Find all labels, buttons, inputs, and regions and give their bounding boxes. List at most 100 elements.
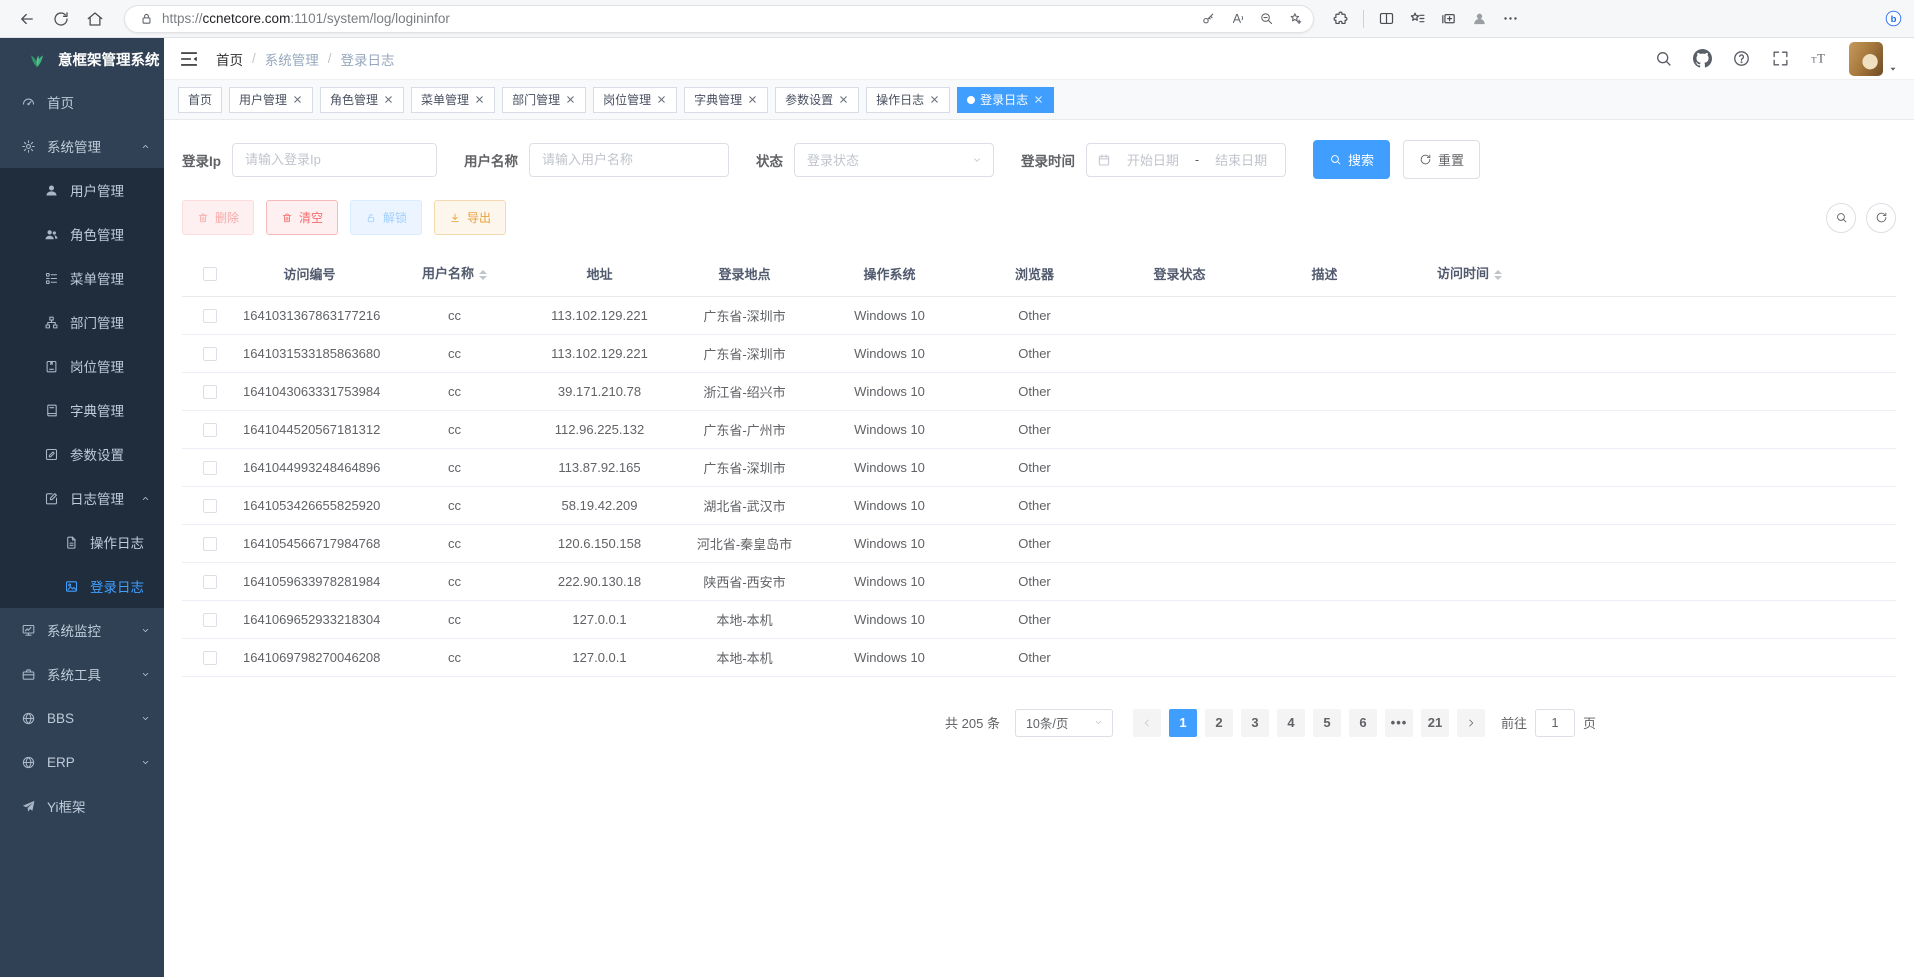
reset-button[interactable]: 重置 [1403,140,1480,179]
page-button-4[interactable]: 4 [1277,709,1305,737]
sidebar-item-role-management[interactable]: 角色管理 [0,212,164,256]
page-button-5[interactable]: 5 [1313,709,1341,737]
collections-icon[interactable] [1440,10,1457,27]
sidebar-item-dept-management[interactable]: 部门管理 [0,300,164,344]
zoom-out-icon[interactable] [1259,11,1274,26]
sort-ascending-icon[interactable] [1494,266,1502,274]
favorites-icon[interactable] [1409,10,1426,27]
tab-operation-log[interactable]: 操作日志 [866,87,950,113]
sidebar-collapse-button[interactable] [178,48,200,70]
breadcrumb-item[interactable]: 首页 [216,49,243,69]
more-icon[interactable] [1502,10,1519,27]
username-filter-input[interactable] [529,143,729,177]
row-checkbox[interactable] [203,347,217,361]
row-checkbox[interactable] [203,613,217,627]
row-checkbox[interactable] [203,499,217,513]
sort-carets[interactable] [479,266,487,284]
delete-button[interactable]: 删除 [182,200,254,235]
page-button-21[interactable]: 21 [1421,709,1449,737]
sidebar-item-system-tools[interactable]: 系统工具 [0,652,164,696]
page-button-1[interactable]: 1 [1169,709,1197,737]
fullscreen-button[interactable] [1771,49,1791,69]
extensions-icon[interactable] [1332,10,1349,27]
refresh-table-button[interactable] [1866,203,1896,233]
split-screen-icon[interactable] [1378,10,1395,27]
sort-descending-icon[interactable] [1494,276,1502,284]
sidebar-item-post-management[interactable]: 岗位管理 [0,344,164,388]
clear-button[interactable]: 清空 [266,200,338,235]
sidebar-item-system-management[interactable]: 系统管理 [0,124,164,168]
toggle-search-button[interactable] [1826,203,1856,233]
sidebar-item-operation-log[interactable]: 操作日志 [0,520,164,564]
bing-icon[interactable]: b [1885,10,1902,27]
refresh-button[interactable] [46,4,76,34]
sidebar-item-bbs[interactable]: BBS [0,696,164,740]
tab-home[interactable]: 首页 [178,87,222,113]
close-icon[interactable] [292,94,303,105]
page-button-3[interactable]: 3 [1241,709,1269,737]
home-button[interactable] [80,4,110,34]
sort-ascending-icon[interactable] [479,266,487,274]
tab-dept-management[interactable]: 部门管理 [502,87,586,113]
close-icon[interactable] [565,94,576,105]
sidebar-item-home[interactable]: 首页 [0,80,164,124]
row-checkbox[interactable] [203,461,217,475]
sidebar-item-log-management[interactable]: 日志管理 [0,476,164,520]
row-checkbox[interactable] [203,575,217,589]
close-icon[interactable] [656,94,667,105]
close-icon[interactable] [383,94,394,105]
previous-page-button[interactable] [1133,709,1161,737]
tab-login-log[interactable]: 登录日志 [957,87,1054,113]
page-button-2[interactable]: 2 [1205,709,1233,737]
column-header-time[interactable]: 访问时间 [1397,251,1542,296]
help-button[interactable] [1732,49,1752,69]
goto-page-input[interactable] [1535,709,1575,737]
sidebar-item-erp[interactable]: ERP [0,740,164,784]
tab-role-management[interactable]: 角色管理 [320,87,404,113]
font-size-button[interactable]: TT [1810,49,1830,69]
url-text[interactable]: https://ccnetcore.com:1101/system/log/lo… [162,11,1193,26]
pages-ellipsis[interactable]: ••• [1385,709,1413,737]
user-menu[interactable] [1849,42,1898,76]
row-checkbox[interactable] [203,309,217,323]
export-button[interactable]: 导出 [434,200,506,235]
sidebar-item-menu-management[interactable]: 菜单管理 [0,256,164,300]
unlock-button[interactable]: 解锁 [350,200,422,235]
close-icon[interactable] [929,94,940,105]
search-button[interactable] [1654,49,1674,69]
row-checkbox[interactable] [203,651,217,665]
sidebar-item-param-settings[interactable]: 参数设置 [0,432,164,476]
key-icon[interactable] [1201,11,1216,26]
sidebar-item-login-log[interactable]: 登录日志 [0,564,164,608]
sidebar-item-user-management[interactable]: 用户管理 [0,168,164,212]
avatar[interactable] [1849,42,1883,76]
tab-dict-management[interactable]: 字典管理 [684,87,768,113]
page-size-select[interactable]: 10条/页 [1015,709,1113,737]
next-page-button[interactable] [1457,709,1485,737]
row-checkbox[interactable] [203,423,217,437]
url-bar[interactable]: https://ccnetcore.com:1101/system/log/lo… [124,5,1314,33]
sort-descending-icon[interactable] [479,276,487,284]
close-icon[interactable] [747,94,758,105]
app-logo[interactable]: 意框架管理系统 [0,38,164,80]
sidebar-item-dict-management[interactable]: 字典管理 [0,388,164,432]
profile-icon[interactable] [1471,10,1488,27]
back-arrow-button[interactable] [12,4,42,34]
sort-carets[interactable] [1494,266,1502,284]
sidebar-item-system-monitor[interactable]: 系统监控 [0,608,164,652]
ip-filter-input[interactable] [232,143,437,177]
sidebar-item-yi-framework[interactable]: Yi框架 [0,784,164,828]
page-button-6[interactable]: 6 [1349,709,1377,737]
row-checkbox[interactable] [203,385,217,399]
row-checkbox[interactable] [203,537,217,551]
tab-param-settings[interactable]: 参数设置 [775,87,859,113]
search-button[interactable]: 搜索 [1313,140,1390,179]
tab-post-management[interactable]: 岗位管理 [593,87,677,113]
select-all-checkbox[interactable] [203,267,217,281]
add-favorite-icon[interactable] [1288,11,1303,26]
column-header-user[interactable]: 用户名称 [382,251,527,296]
status-select[interactable]: 登录状态 [794,143,994,177]
date-range-picker[interactable]: 开始日期 - 结束日期 [1086,143,1286,177]
close-icon[interactable] [838,94,849,105]
tab-menu-management[interactable]: 菜单管理 [411,87,495,113]
